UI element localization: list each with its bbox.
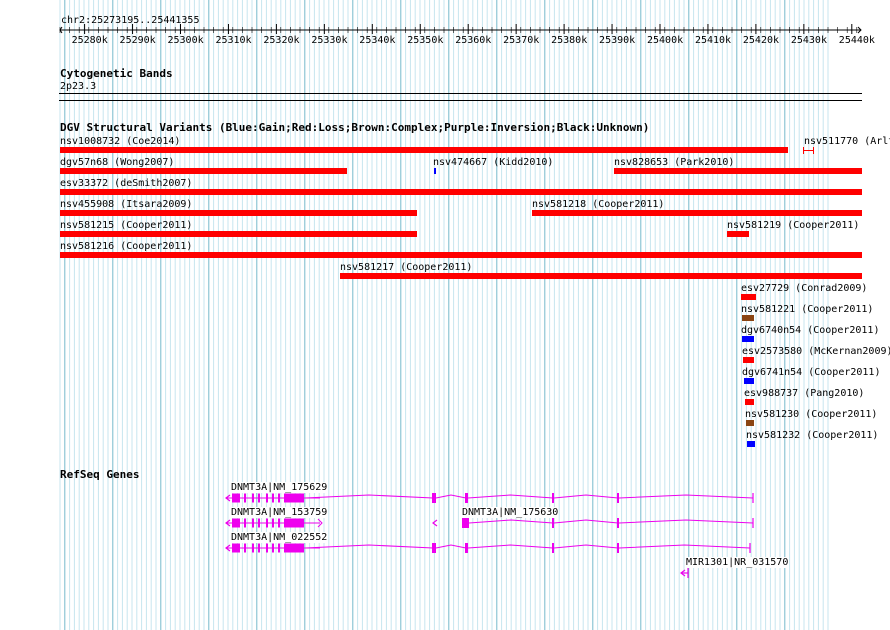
gene-transcript-label[interactable]: MIR1301|NR_031570 (686, 557, 789, 568)
gene-exon[interactable] (432, 543, 436, 553)
gene-exon[interactable] (462, 518, 469, 528)
gene-exon[interactable] (552, 543, 554, 553)
refseq-gene-models (225, 493, 754, 578)
gene-transcript-label[interactable]: DNMT3A|NM_175630 (462, 507, 559, 518)
gene-transcript-label[interactable]: DNMT3A|NM_022552 (231, 532, 328, 543)
gene-exon[interactable] (617, 518, 619, 528)
gene-transcript-label[interactable]: DNMT3A|NM_175629 (231, 482, 328, 493)
gene-exon[interactable] (432, 493, 436, 503)
gene-exon[interactable] (552, 493, 554, 503)
gene-exon[interactable] (465, 543, 468, 553)
gene-exon[interactable] (617, 493, 619, 503)
gene-exon[interactable] (617, 543, 619, 553)
gene-transcript-label[interactable]: DNMT3A|NM_153759 (231, 507, 328, 518)
gene-exon[interactable] (465, 493, 468, 503)
gene-exon[interactable] (552, 518, 554, 528)
